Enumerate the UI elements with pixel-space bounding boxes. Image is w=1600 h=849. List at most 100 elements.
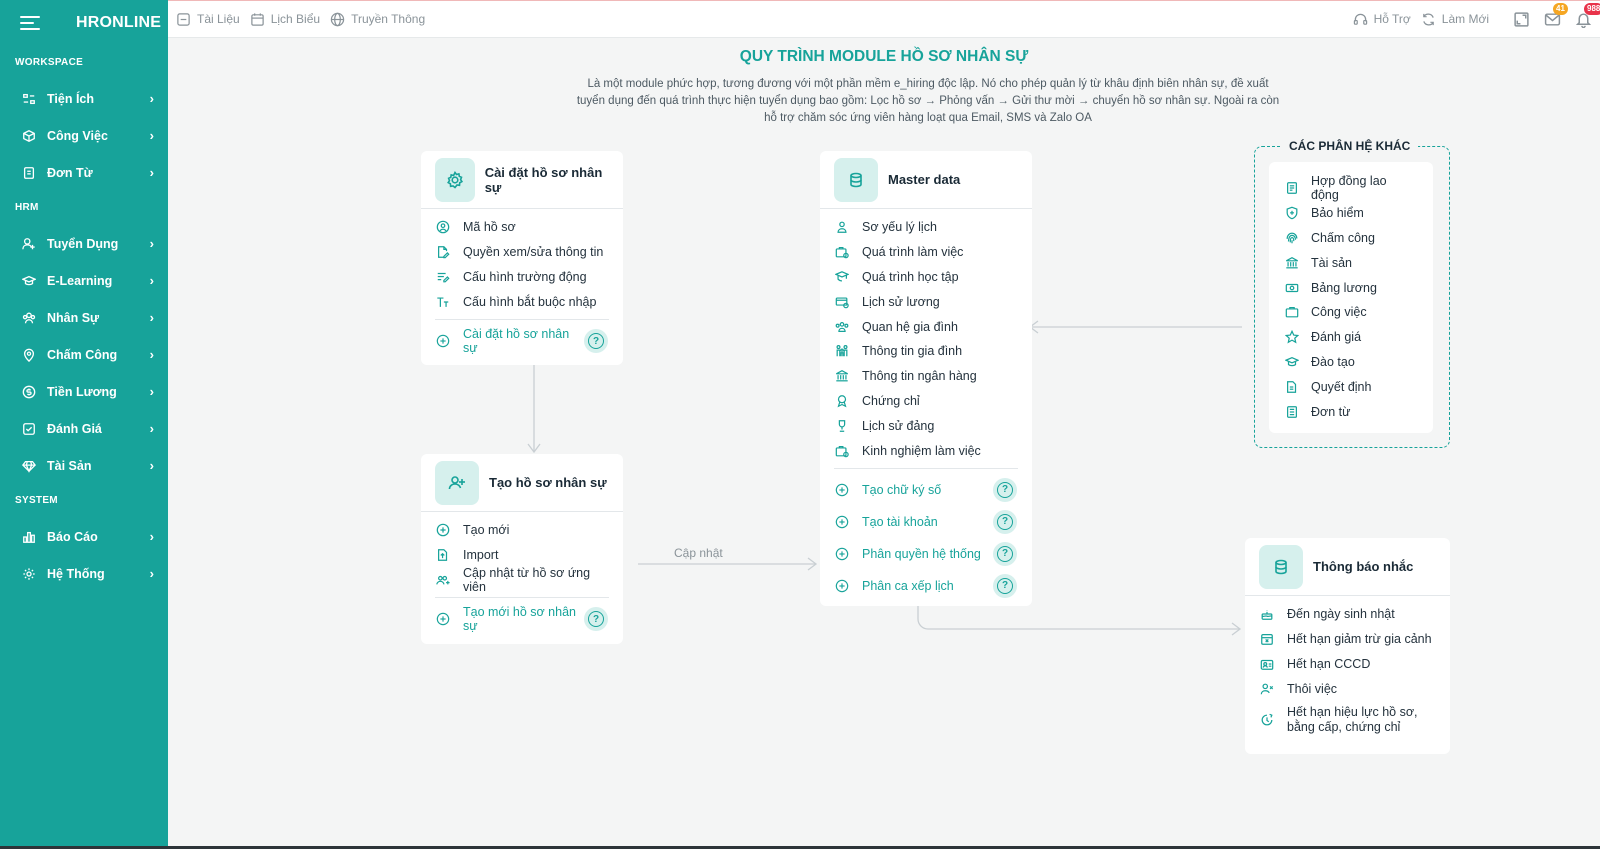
sidebar-item-danh-gia[interactable]: Đánh Giá › [0, 410, 168, 447]
plus-circle-icon [436, 334, 450, 348]
create-action-button[interactable]: Tạo mới hồ sơ nhân sự ? [421, 603, 623, 635]
help-icon[interactable]: ? [584, 329, 608, 354]
graduation-cap-icon [22, 274, 36, 288]
list-item[interactable]: Quyết định [1269, 374, 1433, 399]
sidebar-item-don-tu[interactable]: Đơn Từ › [0, 154, 168, 191]
list-item[interactable]: Mã hồ sơ [421, 215, 623, 240]
help-icon[interactable]: ? [993, 573, 1017, 598]
settings-action-button[interactable]: Cài đặt hồ sơ nhân sự ? [421, 325, 623, 357]
support-button[interactable]: Hỗ Trợ [1353, 12, 1411, 27]
refresh-icon [1422, 12, 1434, 26]
list-item[interactable]: Import [421, 543, 623, 568]
divider [435, 319, 609, 321]
list-item[interactable]: Chứng chỉ [820, 389, 1032, 414]
chevron-right-icon: › [149, 91, 154, 106]
calendar-icon [250, 12, 264, 26]
mail-button[interactable]: 41 [1544, 2, 1568, 28]
list-item[interactable]: Đào tạo [1269, 350, 1433, 375]
sidebar-item-e-learning[interactable]: E-Learning › [0, 262, 168, 299]
sidebar-item-cong-viec[interactable]: Công Việc › [0, 117, 168, 154]
topbar-link-lich-bieu[interactable]: Lịch Biểu [250, 12, 320, 27]
list-item[interactable]: Chấm công [1269, 226, 1433, 251]
briefcase-clock-icon [835, 445, 849, 457]
box-icon [22, 129, 36, 143]
user-circle-icon [436, 221, 450, 234]
sidebar-item-tien-ich[interactable]: Tiện Ích › [0, 80, 168, 117]
help-icon[interactable]: ? [584, 607, 608, 632]
list-item[interactable]: Công việc [1269, 300, 1433, 325]
help-icon[interactable]: ? [993, 509, 1017, 534]
list-item[interactable]: Quyền xem/sửa thông tin [421, 240, 623, 265]
list-item[interactable]: Thông tin ngân hàng [820, 364, 1032, 389]
sidebar-item-tai-san[interactable]: Tài Sản › [0, 447, 168, 484]
sidebar-item-tuyen-dung[interactable]: Tuyển Dụng › [0, 225, 168, 262]
sidebar-item-he-thong[interactable]: Hệ Thống › [0, 555, 168, 592]
refresh-button[interactable]: Làm Mới [1421, 12, 1489, 27]
list-item[interactable]: Hết hạn giảm trừ gia cảnh [1245, 627, 1450, 652]
family-icon [836, 345, 848, 357]
list-item[interactable]: Thôi việc [1245, 676, 1450, 701]
list-item[interactable]: Thông tin gia đình [820, 339, 1032, 364]
list-item[interactable]: Lịch sử lương [820, 289, 1032, 314]
list-item[interactable]: Cấu hình bắt buộc nhập [421, 289, 623, 314]
card-notifications: Thông báo nhắc Đến ngày sinh nhật Hết hạ… [1245, 538, 1450, 754]
master-action-button[interactable]: Tạo chữ ký số ? [820, 474, 1032, 506]
list-item[interactable]: Bảo hiểm [1269, 201, 1433, 226]
list-item[interactable]: Sơ yếu lý lịch [820, 215, 1032, 240]
database-icon [1259, 544, 1303, 589]
master-action-button[interactable]: Phân ca xếp lịch ? [820, 570, 1032, 602]
list-item[interactable]: Hết hạn CCCD [1245, 652, 1450, 677]
master-action-button[interactable]: Tạo tài khoản ? [820, 506, 1032, 538]
list-item[interactable]: Hợp đồng lao động [1269, 174, 1433, 202]
menu-toggle-icon[interactable] [20, 16, 40, 30]
check-square-icon [22, 422, 36, 436]
brand: HRONLINE [0, 0, 168, 46]
list-item[interactable]: Đến ngày sinh nhật [1245, 602, 1450, 627]
page-description: Là một module phức hợp, tương đương với … [576, 78, 1280, 124]
list-item[interactable]: Kinh nghiệm làm việc [820, 438, 1032, 463]
fullscreen-icon[interactable] [1513, 11, 1530, 28]
sidebar-item-label: Tuyển Dụng [47, 236, 119, 251]
topbar-link-tai-lieu[interactable]: Tài Liệu [176, 12, 240, 27]
list-item[interactable]: Đơn từ [1269, 399, 1433, 424]
divider [435, 597, 609, 599]
notification-button[interactable]: 988 [1575, 2, 1600, 28]
sidebar-item-label: Tiện Ích [47, 91, 95, 106]
file-upload-icon [438, 549, 448, 562]
sidebar-item-bao-cao[interactable]: Báo Cáo › [0, 518, 168, 555]
card-title: Cài đặt hồ sơ nhân sự [484, 164, 603, 195]
gear-icon [435, 157, 475, 202]
id-card-icon [1260, 659, 1274, 670]
sidebar-item-tien-luong[interactable]: Tiền Lương › [0, 373, 168, 410]
chevron-right-icon: › [149, 347, 154, 362]
plus-circle-icon [835, 515, 849, 529]
users-plus-icon [436, 575, 450, 585]
dollar-icon [22, 385, 36, 399]
list-item[interactable]: Tạo mới [421, 518, 623, 543]
user-x-icon [1260, 683, 1274, 695]
list-item[interactable]: Lịch sử đảng [820, 413, 1032, 438]
list-item[interactable]: Cấu hình trường động [421, 265, 623, 290]
help-icon[interactable]: ? [993, 541, 1017, 566]
sidebar-item-nhan-su[interactable]: Nhân Sự › [0, 299, 168, 336]
cake-icon [1261, 610, 1273, 621]
list-item[interactable]: Cập nhật từ hồ sơ ứng viên [421, 566, 623, 594]
list-item[interactable]: Đánh giá [1269, 325, 1433, 350]
list-item[interactable]: Bảng lương [1269, 275, 1433, 300]
topbar-link-truyen-thong[interactable]: Truyền Thông [330, 12, 425, 27]
list-item[interactable]: Tài sản [1269, 250, 1433, 275]
sidebar-item-cham-cong[interactable]: Chấm Công › [0, 336, 168, 373]
master-action-button[interactable]: Phân quyền hệ thống ? [820, 538, 1032, 570]
plus-circle-icon [835, 483, 849, 497]
trophy-icon [838, 419, 846, 432]
list-item[interactable]: Quá trình làm việc [820, 240, 1032, 265]
gear-icon [22, 567, 36, 581]
sidebar-item-label: Chấm Công [47, 347, 118, 362]
school-icon [835, 271, 849, 282]
help-icon[interactable]: ? [993, 477, 1017, 502]
list-item[interactable]: Quá trình học tập [820, 265, 1032, 290]
chevron-right-icon: › [149, 566, 154, 581]
list-item[interactable]: Hết hạn hiệu lực hồ sơ, bằng cấp, chứng c… [1245, 701, 1450, 739]
list-item[interactable]: Quan hệ gia đình [820, 314, 1032, 339]
bank-icon [836, 370, 848, 382]
